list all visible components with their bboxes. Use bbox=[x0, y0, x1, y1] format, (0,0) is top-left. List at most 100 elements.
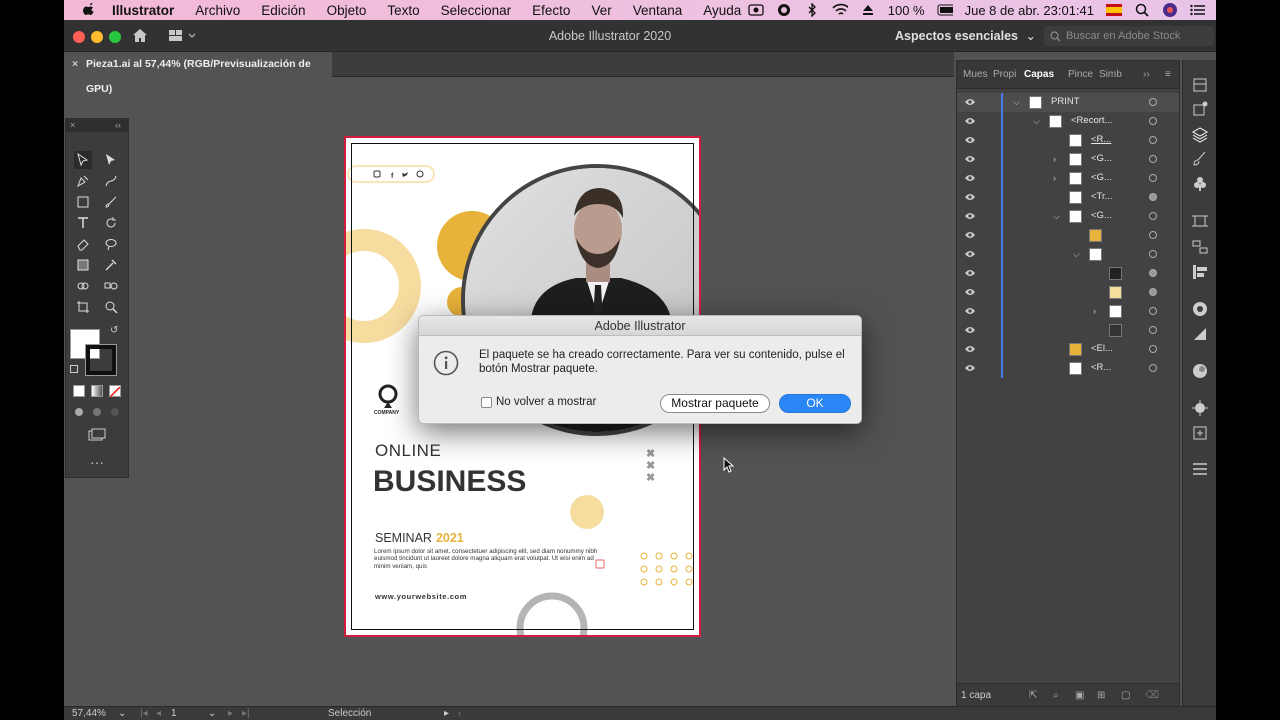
blend-tool-icon[interactable] bbox=[102, 277, 120, 295]
gradient-tool-icon[interactable] bbox=[74, 256, 92, 274]
color-guide-icon[interactable] bbox=[1191, 300, 1209, 318]
clipping-mask-icon[interactable]: ▣ bbox=[1075, 684, 1084, 708]
document-tab[interactable]: × Pieza1.ai al 57,44% (RGB/Previsualizac… bbox=[64, 52, 332, 95]
menu-efecto[interactable]: Efecto bbox=[532, 3, 570, 18]
visibility-eye-icon[interactable] bbox=[965, 231, 975, 239]
stroke-swatch[interactable] bbox=[85, 344, 117, 376]
pathfinder-icon[interactable] bbox=[1191, 263, 1209, 281]
visibility-eye-icon[interactable] bbox=[965, 269, 975, 277]
cloud-sync-icon[interactable] bbox=[776, 3, 792, 17]
eject-icon[interactable] bbox=[860, 3, 876, 17]
eraser-tool-icon[interactable] bbox=[74, 235, 92, 253]
appearance-icon[interactable] bbox=[1191, 362, 1209, 380]
tab-brushes[interactable]: Pince bbox=[1068, 69, 1093, 80]
brushes-icon[interactable] bbox=[1191, 150, 1209, 168]
menu-archivo[interactable]: Archivo bbox=[195, 3, 240, 18]
layer-row[interactable]: ⌵ bbox=[957, 245, 1179, 264]
status-arrow-icon[interactable]: ▸ bbox=[444, 708, 449, 719]
visibility-eye-icon[interactable] bbox=[965, 345, 975, 353]
target-circle-icon[interactable] bbox=[1149, 136, 1157, 144]
layer-name[interactable]: PRINT bbox=[1051, 96, 1080, 107]
target-circle-icon[interactable] bbox=[1149, 231, 1157, 239]
zoom-dropdown-icon[interactable]: ⌄ bbox=[118, 708, 126, 719]
curvature-tool-icon[interactable] bbox=[102, 172, 120, 190]
more-tabs-icon[interactable]: ›› bbox=[1143, 69, 1150, 80]
chevron-right-icon[interactable]: › bbox=[1053, 173, 1063, 183]
color-mode-button[interactable] bbox=[73, 385, 85, 397]
spotlight-search-icon[interactable] bbox=[1134, 3, 1150, 17]
visibility-eye-icon[interactable] bbox=[965, 326, 975, 334]
target-circle-icon[interactable] bbox=[1149, 193, 1157, 201]
zoom-level[interactable]: 57,44% bbox=[72, 708, 106, 719]
screen-mode-icon[interactable] bbox=[88, 428, 106, 442]
ok-button[interactable]: OK bbox=[779, 394, 851, 413]
swap-fill-stroke-icon[interactable]: ↺ bbox=[110, 325, 118, 336]
none-mode-button[interactable] bbox=[109, 385, 121, 398]
first-artboard-icon[interactable]: |◂ bbox=[140, 708, 148, 719]
gradient-panel-icon[interactable] bbox=[1191, 325, 1209, 343]
align-icon[interactable] bbox=[1191, 238, 1209, 256]
menu-objeto[interactable]: Objeto bbox=[327, 3, 367, 18]
layer-name[interactable]: <G... bbox=[1091, 210, 1112, 221]
layer-row[interactable]: ⌵ PRINT bbox=[957, 93, 1179, 112]
chevron-down-icon[interactable]: ⌵ bbox=[1013, 97, 1023, 107]
screen-record-icon[interactable] bbox=[748, 3, 764, 17]
layer-row[interactable]: ⌵ <G... bbox=[957, 207, 1179, 226]
layer-row[interactable]: <Tr... bbox=[957, 188, 1179, 207]
type-tool-icon[interactable] bbox=[74, 214, 92, 232]
properties-icon[interactable] bbox=[1191, 76, 1209, 94]
layer-name[interactable]: <R... bbox=[1091, 362, 1111, 373]
target-circle-icon[interactable] bbox=[1149, 345, 1157, 353]
paintbrush-tool-icon[interactable] bbox=[102, 193, 120, 211]
layers-icon[interactable] bbox=[1191, 126, 1209, 144]
dont-show-again-checkbox[interactable] bbox=[481, 397, 492, 408]
graphic-styles-icon[interactable] bbox=[1191, 399, 1209, 417]
draw-modes-row[interactable] bbox=[73, 406, 121, 418]
chevron-down-icon[interactable]: ⌵ bbox=[1073, 249, 1083, 259]
siri-icon[interactable] bbox=[1162, 3, 1178, 17]
status-scroll-left-icon[interactable]: ‹ bbox=[458, 708, 461, 719]
visibility-eye-icon[interactable] bbox=[965, 117, 975, 125]
layer-row[interactable] bbox=[957, 321, 1179, 340]
menu-ventana[interactable]: Ventana bbox=[633, 3, 683, 18]
target-circle-icon[interactable] bbox=[1149, 307, 1157, 315]
gradient-mode-button[interactable] bbox=[91, 385, 103, 397]
visibility-eye-icon[interactable] bbox=[965, 212, 975, 220]
adobe-stock-search[interactable]: Buscar en Adobe Stock bbox=[1044, 26, 1214, 46]
target-circle-icon[interactable] bbox=[1149, 326, 1157, 334]
menu-app-name[interactable]: Illustrator bbox=[112, 3, 174, 18]
menu-texto[interactable]: Texto bbox=[387, 3, 419, 18]
asset-export-icon[interactable] bbox=[1191, 424, 1209, 442]
menu-seleccionar[interactable]: Seleccionar bbox=[441, 3, 512, 18]
visibility-eye-icon[interactable] bbox=[965, 307, 975, 315]
export-icon[interactable]: ⇱ bbox=[1029, 684, 1037, 708]
close-tab-icon[interactable]: × bbox=[72, 52, 78, 77]
symbols-icon[interactable] bbox=[1191, 175, 1209, 193]
target-circle-icon[interactable] bbox=[1149, 117, 1157, 125]
rectangle-tool-icon[interactable] bbox=[74, 193, 92, 211]
layer-row[interactable]: › <G... bbox=[957, 150, 1179, 169]
tools-panel-header[interactable]: × ‹‹ bbox=[66, 119, 128, 132]
target-circle-icon[interactable] bbox=[1149, 155, 1157, 163]
show-package-button[interactable]: Mostrar paquete bbox=[660, 394, 770, 413]
workspace-switcher[interactable]: Aspectos esenciales ⌄ bbox=[895, 28, 1036, 43]
direct-selection-tool-icon[interactable] bbox=[102, 151, 120, 169]
locate-object-icon[interactable]: ⌕ bbox=[1053, 684, 1059, 708]
target-circle-icon[interactable] bbox=[1149, 250, 1157, 258]
layer-row[interactable]: <R... bbox=[957, 131, 1179, 150]
new-layer-icon[interactable]: ▢ bbox=[1121, 684, 1130, 708]
panel-menu-icon[interactable]: ≡ bbox=[1165, 69, 1171, 80]
pen-tool-icon[interactable] bbox=[74, 172, 92, 190]
visibility-eye-icon[interactable] bbox=[965, 364, 975, 372]
layer-name[interactable]: <Recort... bbox=[1071, 115, 1112, 126]
target-circle-icon[interactable] bbox=[1149, 364, 1157, 372]
notification-center-icon[interactable] bbox=[1190, 3, 1206, 17]
panel-menu-icon[interactable] bbox=[1191, 460, 1209, 478]
eyedropper-tool-icon[interactable] bbox=[102, 256, 120, 274]
last-artboard-icon[interactable]: ▸| bbox=[242, 708, 250, 719]
tab-layers[interactable]: Capas bbox=[1024, 69, 1054, 80]
clock[interactable]: Jue 8 de abr. 23:01:41 bbox=[965, 3, 1094, 18]
layer-row[interactable]: › <G... bbox=[957, 169, 1179, 188]
visibility-eye-icon[interactable] bbox=[965, 155, 975, 163]
tab-symbols[interactable]: Simb bbox=[1099, 69, 1122, 80]
